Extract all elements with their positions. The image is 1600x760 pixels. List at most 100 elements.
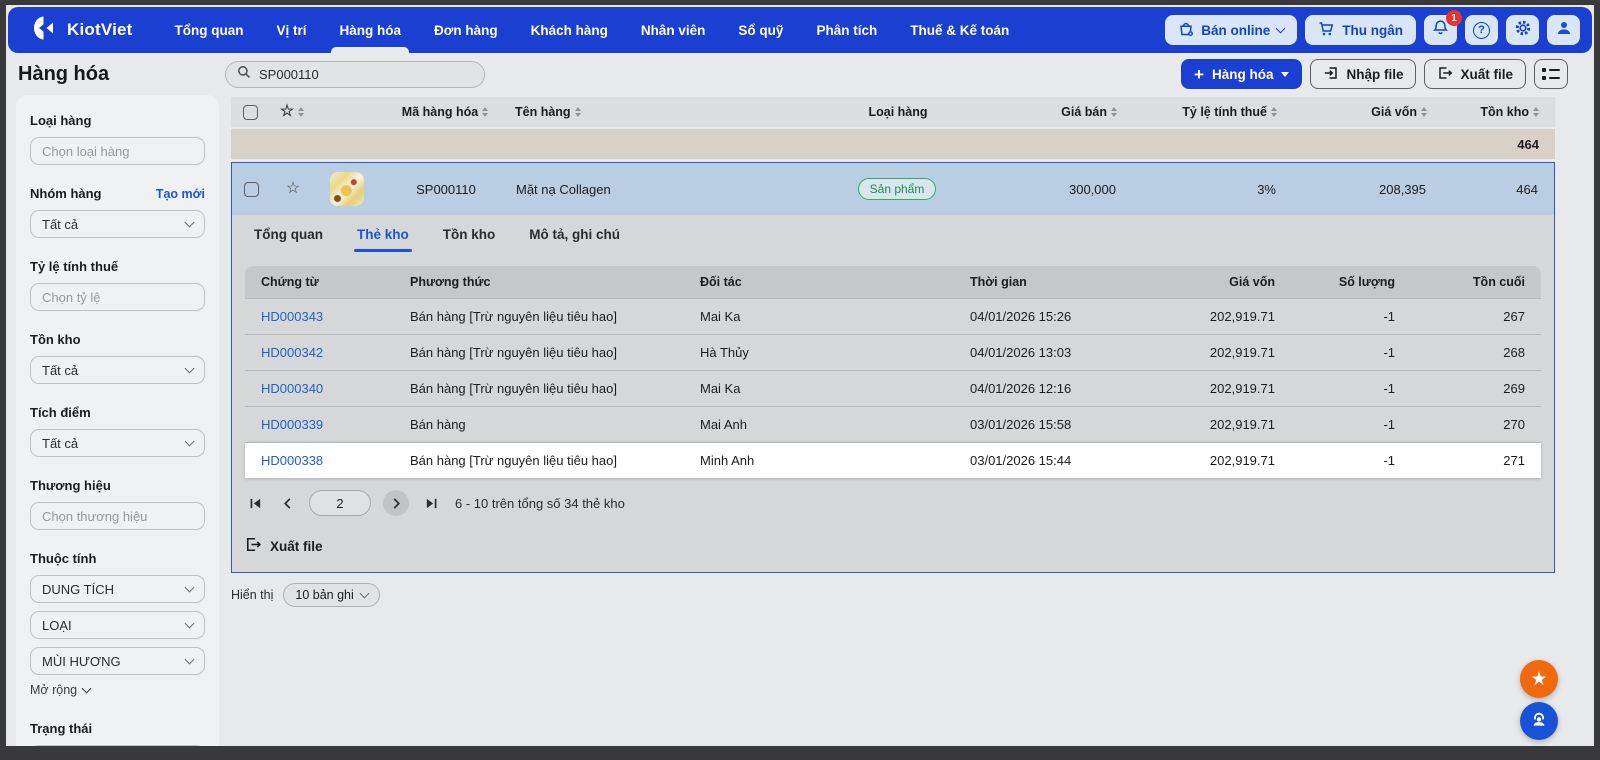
expand-attributes-link[interactable]: Mở rộng bbox=[30, 683, 205, 697]
export-icon bbox=[245, 536, 262, 556]
header-price: Giá bán bbox=[1061, 105, 1107, 119]
stock-card-row[interactable]: HD000340 Bán hàng [Trừ nguyên liệu tiêu … bbox=[245, 370, 1541, 406]
stock-card-row[interactable]: HD000342 Bán hàng [Trừ nguyên liệu tiêu … bbox=[245, 334, 1541, 370]
page-number-input[interactable] bbox=[309, 490, 371, 516]
nav-khach-hang[interactable]: Khách hàng bbox=[531, 9, 608, 52]
filter-label-tich-diem: Tích điểm bbox=[30, 405, 91, 420]
filter-attr-loai[interactable]: LOẠI bbox=[30, 611, 205, 639]
sc-time: 04/01/2026 15:26 bbox=[970, 309, 1072, 324]
page-size-select[interactable]: 10 bản ghi bbox=[283, 583, 380, 607]
stock-card-row-highlighted[interactable]: HD000338 Bán hàng [Trừ nguyên liệu tiêu … bbox=[245, 442, 1541, 478]
nav-nhan-vien[interactable]: Nhân viên bbox=[641, 9, 706, 52]
thuong-hieu-input[interactable] bbox=[42, 508, 193, 524]
settings-button[interactable] bbox=[1506, 15, 1539, 45]
sc-header-qty: Số lượng bbox=[1338, 275, 1395, 289]
document-link[interactable]: HD000338 bbox=[245, 453, 410, 468]
rating-float-button[interactable]: ★ bbox=[1520, 660, 1558, 698]
nav-hang-hoa[interactable]: Hàng hóa bbox=[340, 9, 402, 52]
help-button[interactable]: ? bbox=[1465, 15, 1498, 45]
first-page-button[interactable] bbox=[245, 493, 265, 513]
stock-card-row[interactable]: HD000339 Bán hàng Mai Anh 03/01/2026 15:… bbox=[245, 406, 1541, 442]
star-icon[interactable]: ☆ bbox=[280, 104, 294, 120]
select-all-checkbox[interactable] bbox=[242, 104, 258, 120]
thu-ngan-button[interactable]: Thu ngân bbox=[1305, 15, 1416, 45]
stock-card-row[interactable]: HD000343 Bán hàng [Trừ nguyên liệu tiêu … bbox=[245, 298, 1541, 334]
filter-label-loai-hang: Loại hàng bbox=[30, 113, 92, 128]
create-group-link[interactable]: Tạo mới bbox=[156, 187, 205, 201]
filter-ty-le-input[interactable] bbox=[30, 283, 205, 311]
search-input[interactable] bbox=[259, 66, 473, 82]
profile-button[interactable] bbox=[1547, 15, 1580, 45]
nav-thue-ke-toan[interactable]: Thuế & Kế toán bbox=[910, 9, 1009, 52]
cart-icon bbox=[1318, 21, 1335, 40]
product-thumbnail[interactable] bbox=[330, 172, 364, 206]
prev-page-button[interactable] bbox=[277, 493, 297, 513]
sort-icon[interactable] bbox=[1421, 107, 1427, 117]
header-tax: Tỷ lệ tính thuế bbox=[1182, 105, 1267, 119]
document-link[interactable]: HD000342 bbox=[245, 345, 410, 360]
document-link[interactable]: HD000339 bbox=[245, 417, 410, 432]
last-page-button[interactable] bbox=[421, 493, 441, 513]
document-link[interactable]: HD000343 bbox=[245, 309, 410, 324]
sort-icon[interactable] bbox=[1111, 107, 1117, 117]
product-name: Mặt nạ Collagen bbox=[516, 181, 611, 197]
summary-stock-total: 464 bbox=[1517, 136, 1539, 152]
sc-partner: Hà Thủy bbox=[700, 345, 749, 360]
brand[interactable]: KiotViet bbox=[32, 15, 133, 46]
product-stock: 464 bbox=[1516, 181, 1538, 197]
sort-icon[interactable] bbox=[1533, 107, 1539, 117]
filter-nhom-hang-select[interactable]: Tất cả bbox=[30, 210, 205, 238]
star-icon[interactable]: ☆ bbox=[270, 181, 316, 197]
ban-online-button[interactable]: Bán online bbox=[1165, 15, 1298, 45]
ban-online-label: Bán online bbox=[1201, 22, 1271, 38]
nav-so-quy[interactable]: Sổ quỹ bbox=[738, 9, 783, 52]
nav-vi-tri[interactable]: Vị trí bbox=[277, 9, 307, 52]
sc-partner: Mai Ka bbox=[700, 381, 741, 396]
tab-tong-quan[interactable]: Tổng quan bbox=[254, 227, 323, 252]
document-link[interactable]: HD000340 bbox=[245, 381, 410, 396]
export-file-label: Xuất file bbox=[1460, 66, 1513, 82]
loai-hang-input[interactable] bbox=[42, 143, 193, 159]
sort-icon[interactable] bbox=[482, 107, 489, 117]
sort-icon[interactable] bbox=[574, 107, 581, 117]
stock-export-button[interactable]: Xuất file bbox=[245, 536, 1541, 556]
import-file-button[interactable]: Nhập file bbox=[1310, 59, 1417, 89]
shopping-bag-icon bbox=[1178, 21, 1194, 40]
filter-ton-kho-select[interactable]: Tất cả bbox=[30, 356, 205, 384]
filter-tich-diem-select[interactable]: Tất cả bbox=[30, 429, 205, 457]
product-row[interactable]: ☆ SP000110 Mặt nạ Collagen Sản phẩm 300,… bbox=[232, 163, 1554, 215]
tab-the-kho[interactable]: Thẻ kho bbox=[353, 227, 412, 252]
column-settings-button[interactable] bbox=[1534, 59, 1568, 89]
export-file-button[interactable]: Xuất file bbox=[1424, 59, 1526, 89]
tab-ton-kho[interactable]: Tồn kho bbox=[443, 227, 496, 252]
product-search[interactable] bbox=[225, 60, 485, 88]
add-product-button[interactable]: + Hàng hóa bbox=[1181, 59, 1303, 89]
sort-icon[interactable] bbox=[298, 107, 305, 117]
filter-attr-mui-huong[interactable]: MÙI HƯƠNG bbox=[30, 647, 205, 675]
row-checkbox[interactable] bbox=[243, 181, 259, 197]
sort-icon[interactable] bbox=[1271, 107, 1277, 117]
expanded-product-group: ☆ SP000110 Mặt nạ Collagen Sản phẩm 300,… bbox=[231, 162, 1555, 573]
chevron-down-icon bbox=[359, 588, 370, 599]
next-page-button[interactable] bbox=[383, 490, 409, 516]
topbar: KiotViet Tổng quan Vị trí Hàng hóa Đơn h… bbox=[8, 7, 1592, 53]
header-category: Loại hàng bbox=[868, 105, 928, 119]
columns-icon bbox=[1542, 76, 1560, 80]
filter-attr-dung-tich[interactable]: DUNG TÍCH bbox=[30, 575, 205, 603]
chevron-down-icon bbox=[184, 363, 195, 374]
tab-mo-ta[interactable]: Mô tả, ghi chú bbox=[529, 227, 620, 252]
support-float-button[interactable] bbox=[1520, 702, 1558, 740]
sc-qty: -1 bbox=[1383, 417, 1395, 432]
ty-le-input[interactable] bbox=[42, 289, 193, 305]
filter-loai-hang-input[interactable] bbox=[30, 137, 205, 165]
nav-phan-tich[interactable]: Phân tích bbox=[816, 9, 877, 52]
sc-method: Bán hàng [Trừ nguyên liệu tiêu hao] bbox=[410, 453, 617, 468]
nav-don-hang[interactable]: Đơn hàng bbox=[434, 9, 498, 52]
nav-tong-quan[interactable]: Tổng quan bbox=[175, 9, 244, 52]
notifications-button[interactable]: 1 bbox=[1424, 10, 1462, 45]
filter-thuong-hieu-input[interactable] bbox=[30, 502, 205, 530]
filter-trang-thai-select[interactable] bbox=[30, 745, 205, 746]
product-detail-panel: Tổng quan Thẻ kho Tồn kho Mô tả, ghi chú… bbox=[232, 215, 1554, 572]
tich-diem-value: Tất cả bbox=[42, 435, 79, 451]
import-file-label: Nhập file bbox=[1346, 66, 1404, 82]
